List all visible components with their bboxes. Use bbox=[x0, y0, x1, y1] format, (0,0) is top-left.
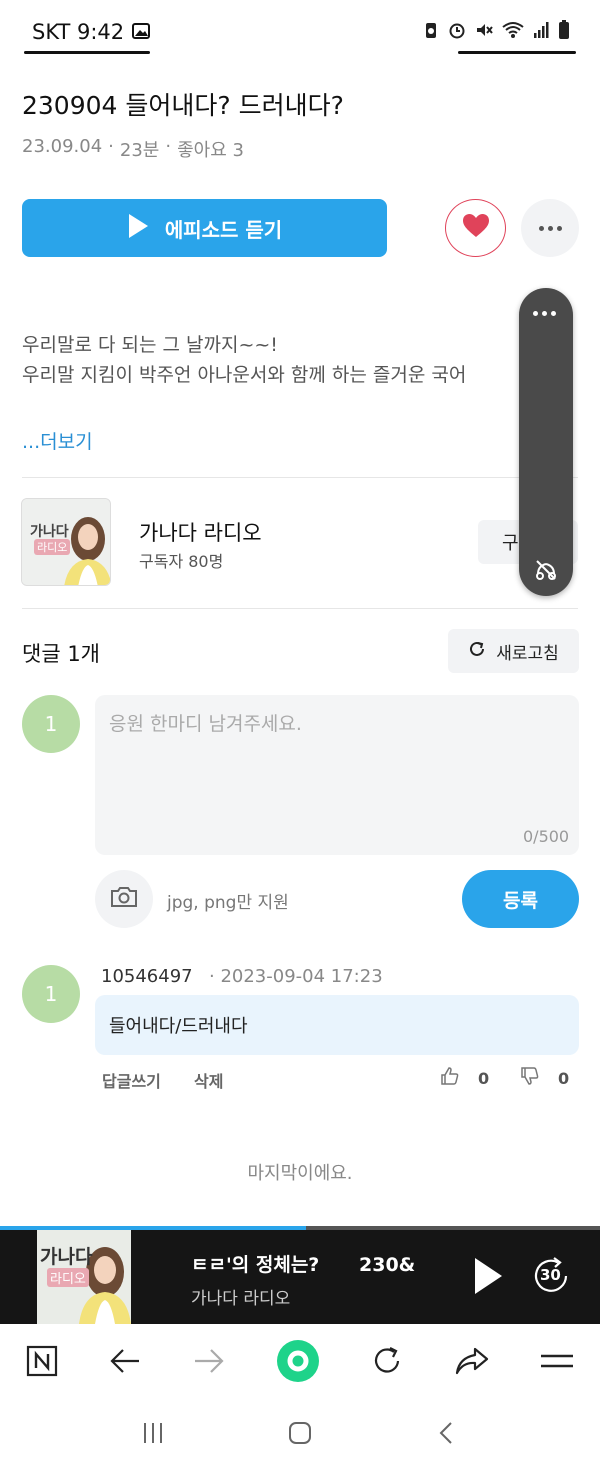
channel-name[interactable]: 가나다 라디오 bbox=[139, 517, 262, 547]
channel-thumb-text: 가나다 bbox=[30, 524, 69, 540]
mini-play-button[interactable] bbox=[471, 1256, 505, 1296]
like-comment-button[interactable]: 0 bbox=[440, 1066, 489, 1090]
episode-title: 230904 들어내다? 드러내다? bbox=[22, 91, 344, 120]
mini-thumb-text: 가나다 bbox=[40, 1246, 93, 1268]
status-left: SKT 9:42 bbox=[32, 20, 151, 44]
back-arrow-icon[interactable] bbox=[109, 1347, 141, 1379]
episode-description: 우리말로 다 되는 그 날까지~~! 우리말 지킴이 박주언 아나운서와 함께 … bbox=[22, 330, 522, 390]
mic-off-icon[interactable] bbox=[534, 558, 558, 586]
forward-arrow-icon[interactable] bbox=[193, 1347, 225, 1379]
status-icons bbox=[423, 20, 570, 45]
more-dots-icon bbox=[538, 225, 544, 231]
episode-meta: 23.09.04 · 23분 · 좋아요 3 bbox=[22, 136, 244, 162]
play-episode-label: 에피소드 듣기 bbox=[164, 217, 283, 242]
channel-thumb-text: 라디오 bbox=[34, 539, 71, 555]
end-of-list-text: 마지막이에요. bbox=[247, 1163, 353, 1184]
carrier-time: SKT 9:42 bbox=[32, 20, 125, 44]
tab-indicator-right bbox=[458, 51, 576, 54]
thumbs-down-icon bbox=[520, 1066, 540, 1090]
mute-icon bbox=[475, 21, 493, 44]
comment-dislikes: 0 bbox=[558, 1068, 570, 1088]
comment-likes: 0 bbox=[478, 1068, 490, 1088]
battery-icon bbox=[558, 20, 570, 45]
mini-thumb-text: 라디오 bbox=[47, 1268, 89, 1287]
alarm-icon bbox=[448, 21, 466, 44]
channel-thumbnail[interactable]: 가나다 라디오 bbox=[21, 498, 111, 586]
play-episode-button[interactable]: 에피소드 듣기 bbox=[22, 199, 387, 257]
comment-text: 들어내다/드러내다 bbox=[95, 995, 579, 1055]
char-count: 0/500 bbox=[523, 827, 570, 846]
delete-button[interactable]: 삭제 bbox=[194, 1068, 223, 1092]
recent-apps-icon[interactable] bbox=[141, 1421, 165, 1449]
home-icon[interactable] bbox=[288, 1421, 312, 1449]
green-home-icon[interactable] bbox=[276, 1339, 320, 1387]
refresh-label: 새로고침 bbox=[496, 643, 559, 664]
episode-likes: 좋아요 3 bbox=[177, 140, 244, 161]
mini-player-title[interactable]: ㅌㄹ'의 정체는? 230& bbox=[191, 1250, 426, 1277]
channel-subscribers: 구독자 80명 bbox=[139, 552, 224, 571]
panel-more-icon[interactable] bbox=[533, 311, 556, 316]
play-icon bbox=[127, 213, 149, 244]
refresh-icon bbox=[468, 640, 486, 663]
floating-control-panel[interactable] bbox=[519, 288, 573, 596]
mini-player-thumbnail[interactable]: 가나다 라디오 bbox=[37, 1230, 131, 1324]
description-line: 우리말로 다 되는 그 날까지~~! bbox=[22, 334, 278, 356]
tab-indicator-left bbox=[24, 51, 150, 54]
refresh-button[interactable]: 새로고침 bbox=[448, 629, 579, 673]
comment-input[interactable] bbox=[95, 695, 579, 855]
gallery-icon bbox=[132, 20, 151, 44]
commenter-avatar: 1 bbox=[22, 965, 80, 1023]
comments-count: 댓글 1개 bbox=[22, 642, 100, 666]
attach-image-button[interactable] bbox=[95, 870, 153, 928]
play-icon bbox=[471, 1258, 505, 1300]
naver-home-icon[interactable] bbox=[26, 1345, 58, 1381]
reply-button[interactable]: 답글쓰기 bbox=[102, 1068, 161, 1092]
more-options-button[interactable] bbox=[521, 199, 579, 257]
divider bbox=[22, 477, 578, 478]
battery-saver-icon bbox=[423, 21, 439, 44]
episode-date: 23.09.04 bbox=[22, 136, 103, 157]
image-format-hint: jpg, png만 지원 bbox=[167, 893, 289, 913]
show-more-link[interactable]: ...더보기 bbox=[22, 427, 93, 454]
meta-separator: · bbox=[165, 136, 172, 157]
divider bbox=[22, 608, 578, 609]
back-icon[interactable] bbox=[435, 1421, 459, 1449]
comment-date: · 2023-09-04 17:23 bbox=[209, 966, 383, 987]
wifi-icon bbox=[502, 21, 524, 44]
submit-comment-button[interactable]: 등록 bbox=[462, 870, 579, 928]
description-line: 우리말 지킴이 박주언 아나운서와 함께 하는 즐거운 국어 bbox=[22, 364, 467, 386]
dislike-comment-button[interactable]: 0 bbox=[520, 1066, 569, 1090]
mini-player-channel: 가나다 라디오 bbox=[191, 1289, 291, 1309]
meta-separator: · bbox=[108, 136, 114, 157]
share-icon[interactable] bbox=[455, 1346, 489, 1380]
like-button[interactable] bbox=[445, 199, 506, 257]
signal-icon bbox=[533, 21, 549, 44]
system-navigation-bar bbox=[0, 1402, 600, 1467]
menu-icon[interactable] bbox=[540, 1350, 574, 1376]
reload-icon[interactable] bbox=[371, 1345, 403, 1381]
episode-duration: 23분 bbox=[119, 140, 160, 161]
my-avatar: 1 bbox=[22, 695, 80, 753]
camera-icon bbox=[109, 885, 139, 913]
heart-icon bbox=[462, 213, 490, 243]
comment-author: 10546497 bbox=[101, 966, 193, 987]
skip-seconds-label: 30 bbox=[540, 1266, 561, 1284]
thumbs-up-icon bbox=[440, 1066, 460, 1090]
browser-toolbar bbox=[0, 1324, 600, 1402]
skip-forward-30-button[interactable]: 30 bbox=[528, 1253, 574, 1299]
